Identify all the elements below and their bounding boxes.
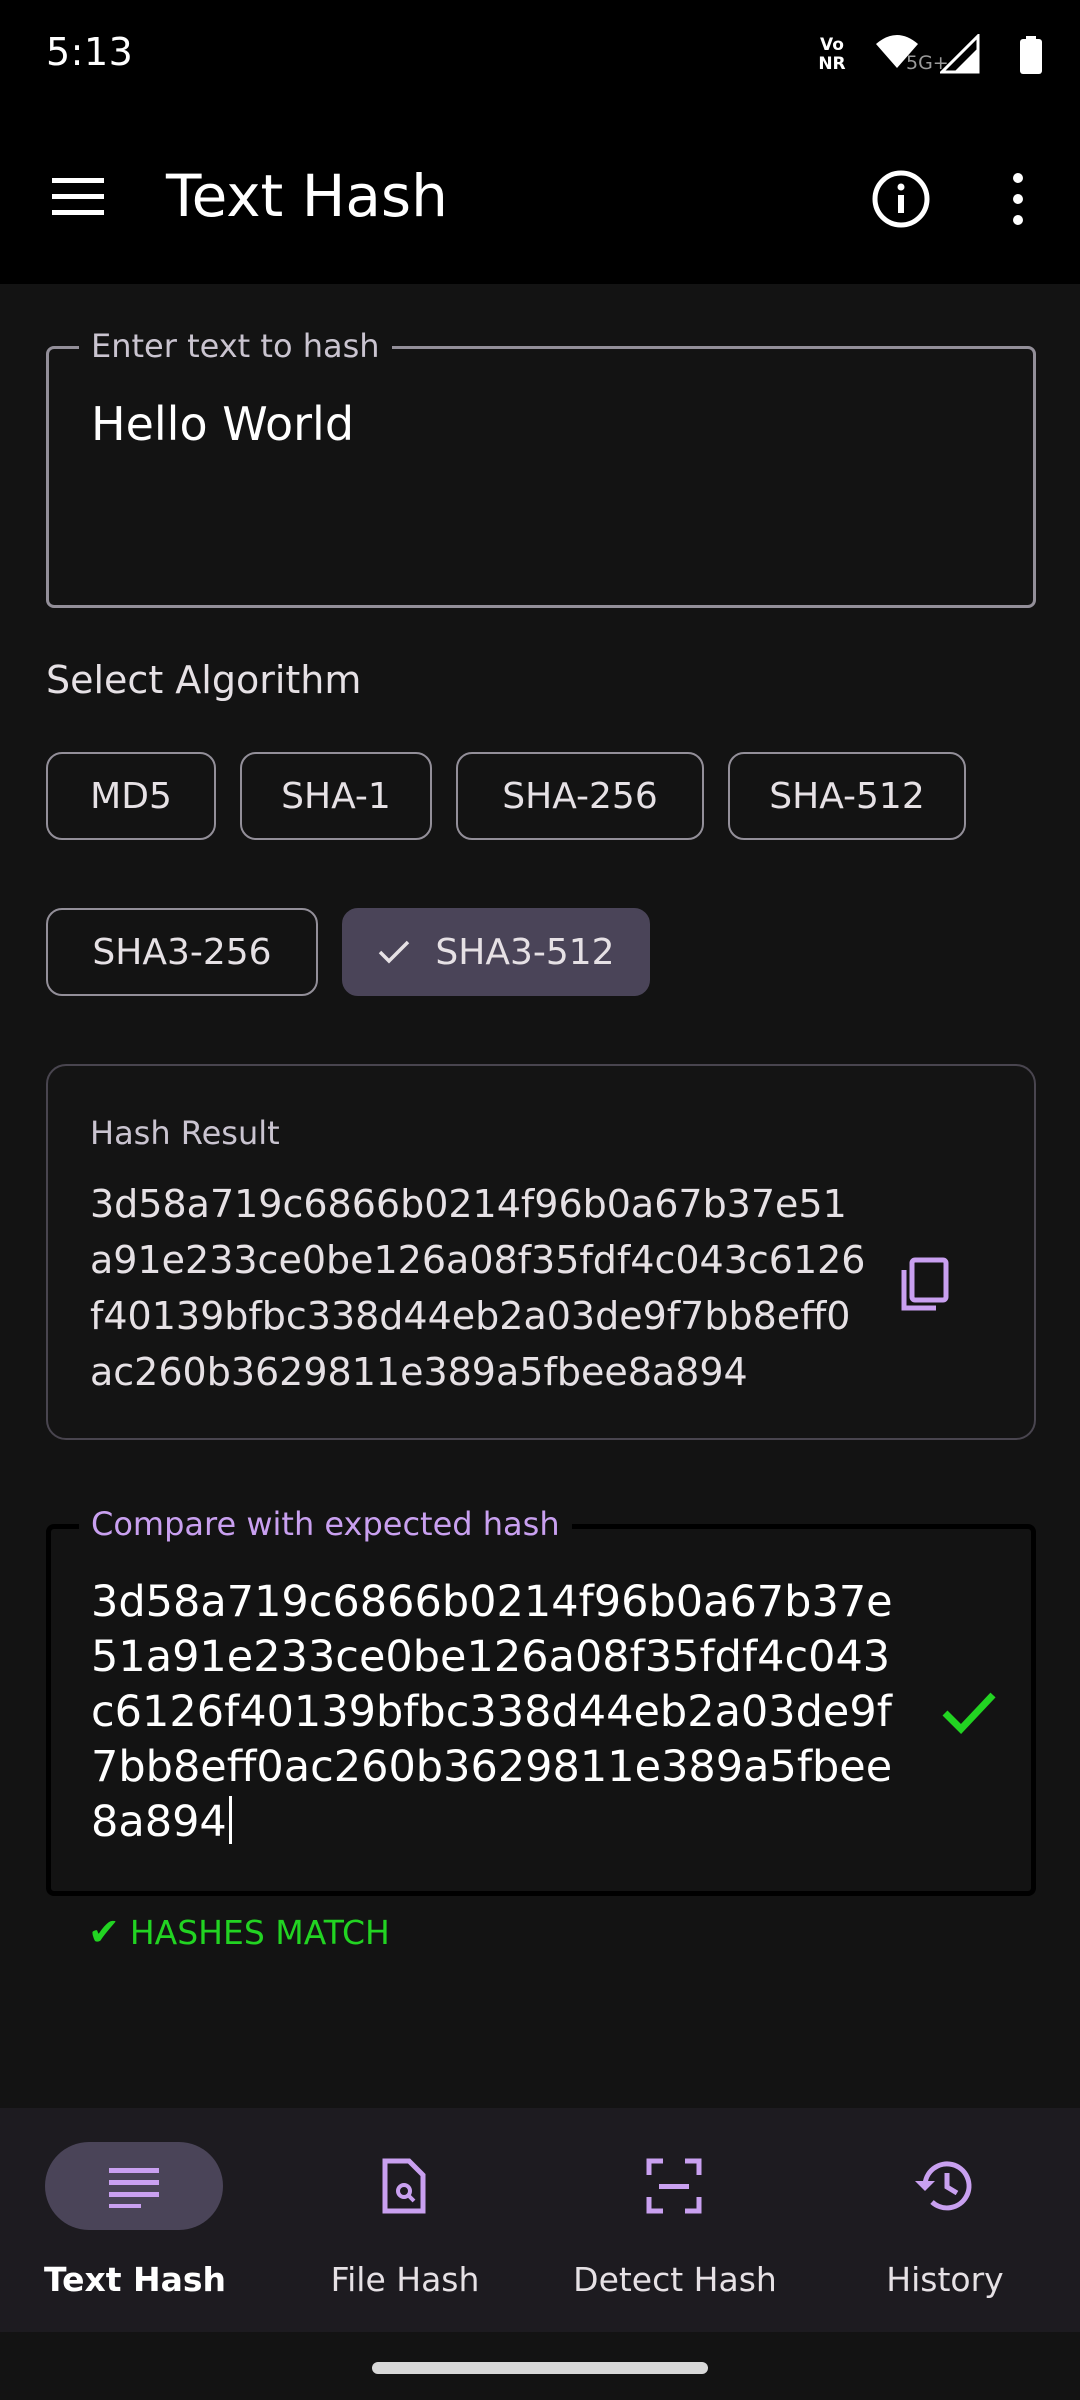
nav-file-hash[interactable]: File Hash: [270, 2108, 540, 2332]
compare-hash-field[interactable]: Compare with expected hash 3d58a719c6866…: [46, 1505, 1036, 1896]
chip-sha3-512[interactable]: SHA3-512: [342, 908, 650, 996]
match-check-icon: [942, 1692, 996, 1735]
info-icon[interactable]: [870, 168, 932, 230]
match-status: ✔ HASHES MATCH: [88, 1910, 390, 1954]
algorithm-section-label: Select Algorithm: [46, 658, 362, 702]
match-status-icon: ✔: [88, 1910, 120, 1954]
compare-hash-label: Compare with expected hash: [79, 1505, 572, 1543]
chip-sha3-256[interactable]: SHA3-256: [46, 908, 318, 996]
nav-history[interactable]: History: [810, 2108, 1080, 2332]
compare-hash-input[interactable]: 3d58a719c6866b0214f96b0a67b37e51a91e233c…: [91, 1575, 911, 1850]
nav-detect-hash-label: Detect Hash: [573, 2260, 777, 2299]
bottom-navigation: Text Hash File Hash Detect Hash History: [0, 2108, 1080, 2332]
nav-detect-hash-indicator: [585, 2142, 763, 2230]
chip-sha256-label: SHA-256: [502, 775, 658, 817]
more-vert-icon[interactable]: [1003, 168, 1033, 230]
chip-sha512-label: SHA-512: [769, 775, 925, 817]
chip-md5[interactable]: MD5: [46, 752, 216, 840]
volte-indicator: Vo NR: [810, 36, 854, 74]
chip-sha3-512-label: SHA3-512: [435, 931, 615, 973]
hash-result-card: Hash Result 3d58a719c6866b0214f96b0a67b3…: [46, 1064, 1036, 1440]
app-bar: Text Hash: [0, 110, 1080, 284]
text-input-label: Enter text to hash: [79, 327, 392, 365]
chip-sha256[interactable]: SHA-256: [456, 752, 704, 840]
chip-sha1-label: SHA-1: [281, 775, 391, 817]
gesture-handle[interactable]: [372, 2362, 708, 2374]
copy-icon[interactable]: [896, 1256, 952, 1316]
compare-hash-text: 3d58a719c6866b0214f96b0a67b37e51a91e233c…: [91, 1577, 893, 1847]
text-input-value[interactable]: Hello World: [91, 397, 354, 451]
chip-sha1[interactable]: SHA-1: [240, 752, 432, 840]
chip-sha512[interactable]: SHA-512: [728, 752, 966, 840]
text-lines-icon: [109, 2168, 159, 2208]
nav-text-hash-indicator: [45, 2142, 223, 2230]
volte-line2: NR: [818, 54, 846, 74]
chip-sha3-256-label: SHA3-256: [92, 931, 272, 973]
hash-result-title: Hash Result: [90, 1114, 280, 1152]
text-cursor: [228, 1796, 232, 1844]
hash-result-value: 3d58a719c6866b0214f96b0a67b37e51a91e233c…: [90, 1182, 866, 1394]
gesture-area: [0, 2332, 1080, 2400]
page-title: Text Hash: [166, 162, 448, 230]
text-input-field[interactable]: Enter text to hash Hello World: [46, 327, 1036, 608]
scan-icon: [646, 2158, 702, 2214]
nav-text-hash-label: Text Hash: [43, 2260, 227, 2299]
nav-history-label: History: [886, 2260, 1004, 2299]
file-icon: [382, 2158, 426, 2214]
nav-file-hash-label: File Hash: [330, 2260, 480, 2299]
nav-file-hash-indicator: [315, 2142, 493, 2230]
nav-detect-hash[interactable]: Detect Hash: [540, 2108, 810, 2332]
nav-history-indicator: [855, 2142, 1033, 2230]
match-status-text: HASHES MATCH: [129, 1912, 390, 1952]
nav-text-hash[interactable]: Text Hash: [0, 2108, 270, 2332]
status-time: 5:13: [46, 30, 134, 74]
chip-md5-label: MD5: [90, 775, 172, 817]
signal-icon: [940, 34, 980, 74]
menu-icon[interactable]: [48, 172, 108, 222]
history-icon: [915, 2161, 972, 2211]
volte-line1: Vo: [820, 35, 844, 55]
battery-icon: [1020, 36, 1042, 74]
status-bar: 5:13 Vo NR 5G+: [0, 0, 1080, 110]
check-icon: [379, 940, 410, 964]
